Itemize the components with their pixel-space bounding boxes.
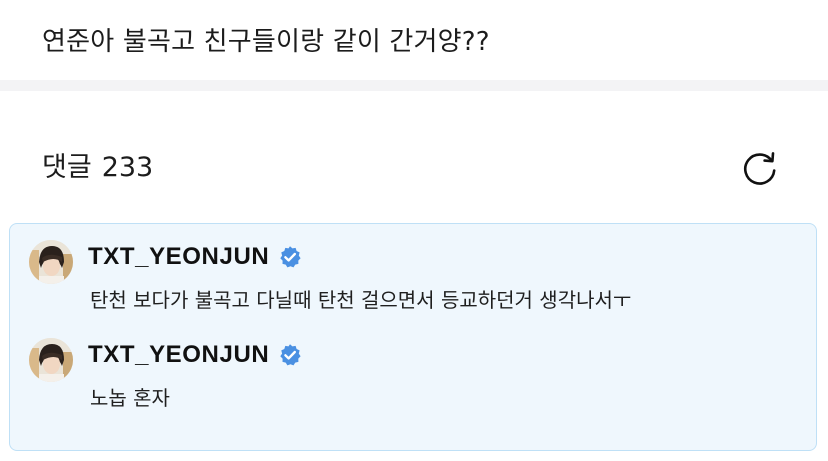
comments-header: 댓글 233: [0, 140, 828, 200]
reply-text: 노놉 혼자: [90, 386, 170, 410]
author-name[interactable]: TXT_YEONJUN: [88, 341, 269, 369]
avatar[interactable]: [29, 240, 73, 284]
refresh-icon: [743, 152, 776, 185]
comments-count: 댓글 233: [42, 148, 153, 188]
refresh-button[interactable]: [738, 146, 782, 190]
author-row: TXT_YEONJUN: [88, 239, 302, 275]
comments-label: 댓글: [42, 152, 92, 183]
section-divider: [0, 80, 828, 91]
verified-badge-icon: [278, 245, 302, 269]
highlighted-replies: TXT_YEONJUN 탄천 보다가 불곡고 다닐때 탄천 걸으면서 등교하던거…: [9, 223, 817, 451]
post-text: 연준아 불곡고 친구들이랑 같이 간거양??: [42, 27, 490, 57]
reply-text: 탄천 보다가 불곡고 다닐때 탄천 걸으면서 등교하던거 생각나서ㅜ: [90, 288, 632, 312]
comments-number: 233: [101, 152, 154, 183]
verified-badge-icon: [278, 343, 302, 367]
author-name[interactable]: TXT_YEONJUN: [88, 243, 269, 271]
author-row: TXT_YEONJUN: [88, 337, 302, 373]
avatar[interactable]: [29, 338, 73, 382]
